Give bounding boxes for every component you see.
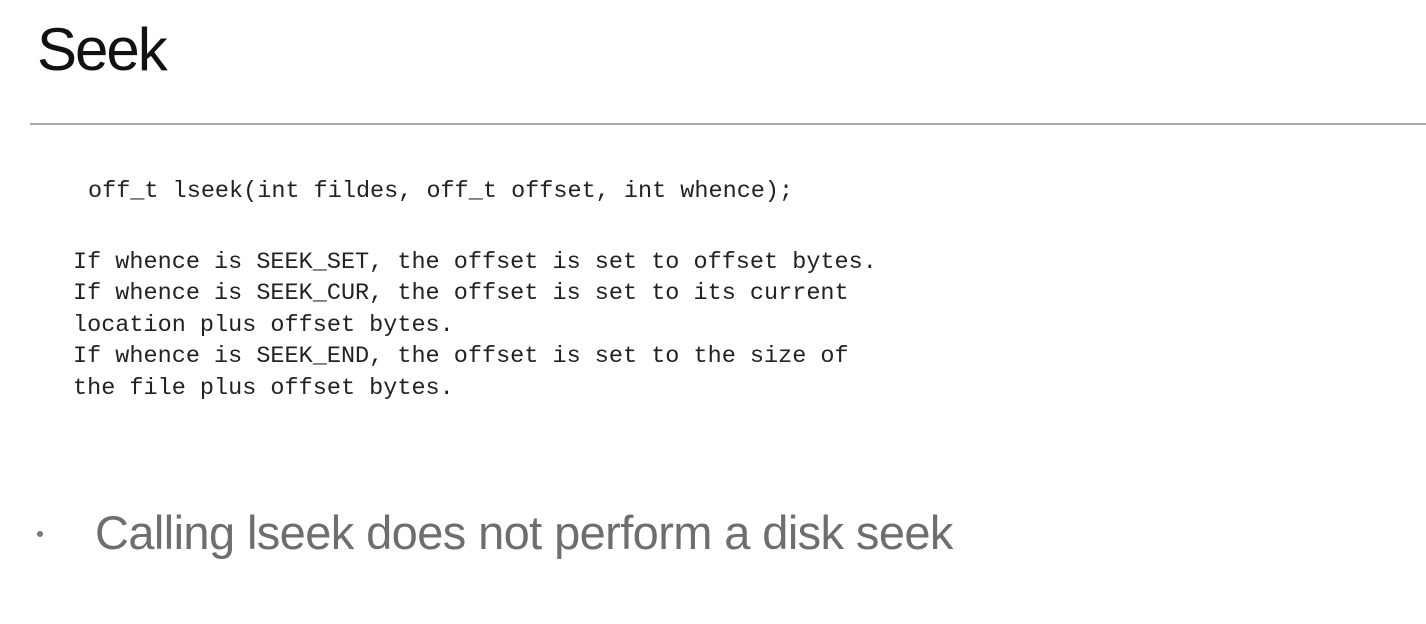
bullet-dot-icon [37, 531, 43, 537]
code-line: If whence is SEEK_END, the offset is set… [73, 343, 849, 370]
title-divider [30, 123, 1426, 125]
code-line: the file plus offset bytes. [73, 375, 454, 402]
bullet-item: Calling lseek does not perform a disk se… [37, 497, 953, 567]
function-signature: off_t lseek(int fildes, off_t offset, in… [88, 178, 794, 205]
code-line: location plus offset bytes. [73, 312, 454, 339]
code-line: If whence is SEEK_CUR, the offset is set… [73, 280, 849, 307]
bullet-text: Calling lseek does not perform a disk se… [95, 505, 953, 559]
slide-title: Seek [37, 16, 168, 83]
code-block: off_t lseek(int fildes, off_t offset, in… [73, 176, 877, 402]
code-line: If whence is SEEK_SET, the offset is set… [73, 249, 877, 276]
